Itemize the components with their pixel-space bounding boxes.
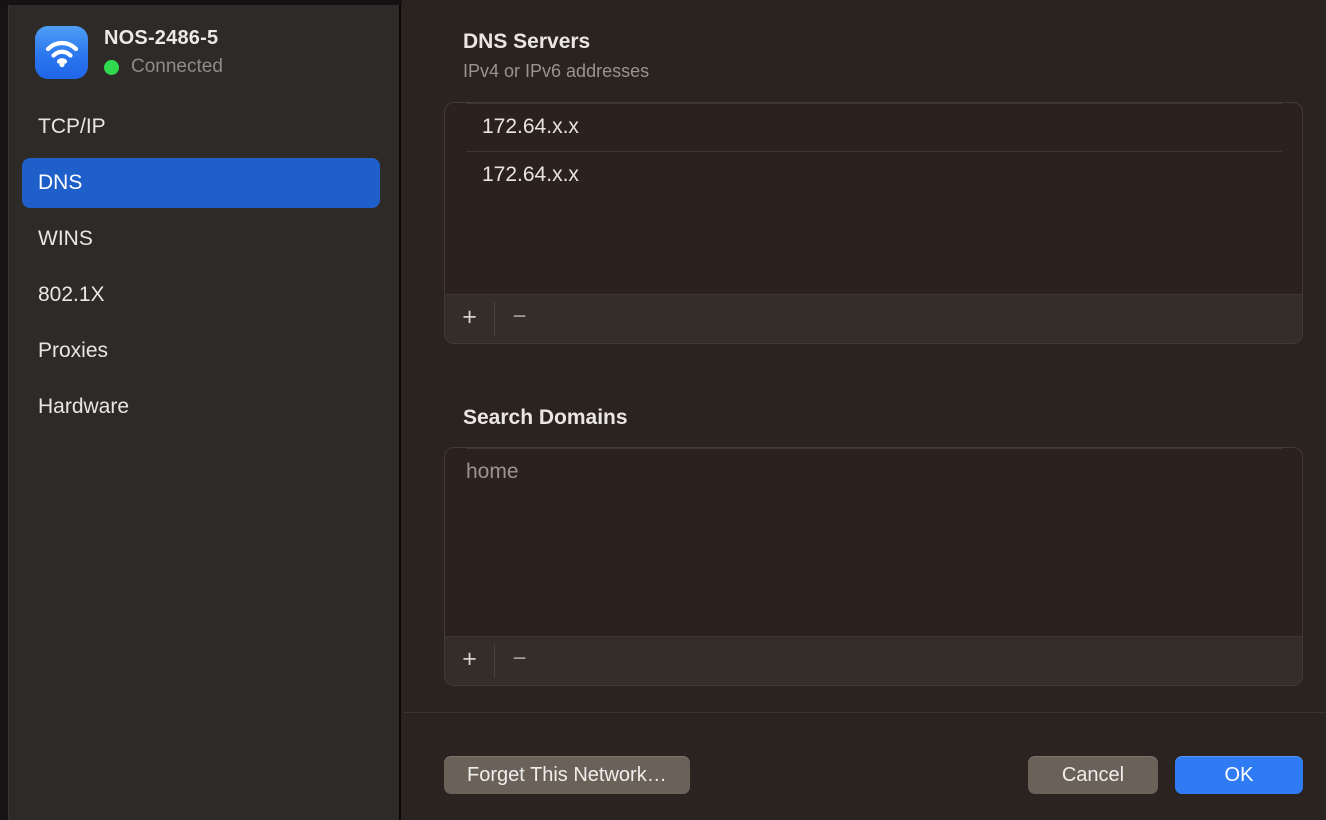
network-name: NOS-2486-5 <box>104 27 223 50</box>
wifi-icon <box>35 26 88 79</box>
dns-server-row[interactable]: 172.64.x.x <box>445 151 1302 199</box>
footer-divider <box>403 712 1326 713</box>
sidebar-item-label: WINS <box>38 227 93 251</box>
dns-servers-list-controls: + − <box>445 294 1302 343</box>
remove-search-domain-button[interactable]: − <box>495 637 544 685</box>
dns-server-row[interactable]: 172.64.x.x <box>445 103 1302 151</box>
sidebar-item-tcpip[interactable]: TCP/IP <box>22 102 380 152</box>
dns-server-address: 172.64.x.x <box>482 163 579 187</box>
sidebar-nav: TCP/IP DNS WINS 802.1X Proxies Hardware <box>9 102 399 432</box>
ok-button[interactable]: OK <box>1175 756 1303 794</box>
search-domain-row[interactable]: home <box>445 448 1302 496</box>
sidebar-item-dns[interactable]: DNS <box>22 158 380 208</box>
sidebar-item-hardware[interactable]: Hardware <box>22 382 380 432</box>
dns-servers-title: DNS Servers <box>463 30 1303 54</box>
window-top-edge <box>0 0 402 5</box>
connected-status-dot <box>104 60 119 75</box>
sidebar-item-label: Proxies <box>38 339 108 363</box>
search-domains-list-controls: + − <box>445 636 1302 685</box>
dns-servers-subtitle: IPv4 or IPv6 addresses <box>463 61 1303 82</box>
dns-server-address: 172.64.x.x <box>482 115 579 139</box>
sidebar-item-8021x[interactable]: 802.1X <box>22 270 380 320</box>
add-search-domain-button[interactable]: + <box>445 637 494 685</box>
forget-network-button[interactable]: Forget This Network… <box>444 756 690 794</box>
search-domains-title: Search Domains <box>463 406 1303 430</box>
network-header: NOS-2486-5 Connected <box>9 26 399 79</box>
search-domains-rows: home <box>445 448 1302 636</box>
remove-dns-server-button[interactable]: − <box>495 295 544 343</box>
dialog-footer: Forget This Network… Cancel OK <box>444 756 1303 794</box>
search-domains-list-box: home + − <box>444 447 1303 686</box>
search-domain-value: home <box>466 460 519 484</box>
sidebar-item-label: 802.1X <box>38 283 105 307</box>
connected-status-label: Connected <box>131 56 223 78</box>
dns-settings-panel: DNS Servers IPv4 or IPv6 addresses 172.6… <box>403 0 1326 820</box>
screen-edge-strip <box>0 0 9 820</box>
cancel-button[interactable]: Cancel <box>1028 756 1158 794</box>
dns-servers-list-box: 172.64.x.x 172.64.x.x + − <box>444 102 1303 344</box>
sidebar-item-wins[interactable]: WINS <box>22 214 380 264</box>
sidebar-item-label: TCP/IP <box>38 115 106 139</box>
add-dns-server-button[interactable]: + <box>445 295 494 343</box>
sidebar-item-proxies[interactable]: Proxies <box>22 326 380 376</box>
sidebar-item-label: Hardware <box>38 395 129 419</box>
sidebar-item-label: DNS <box>38 171 82 195</box>
network-details-sidebar: NOS-2486-5 Connected TCP/IP DNS WINS 802… <box>9 0 401 820</box>
dns-servers-rows: 172.64.x.x 172.64.x.x <box>445 103 1302 294</box>
